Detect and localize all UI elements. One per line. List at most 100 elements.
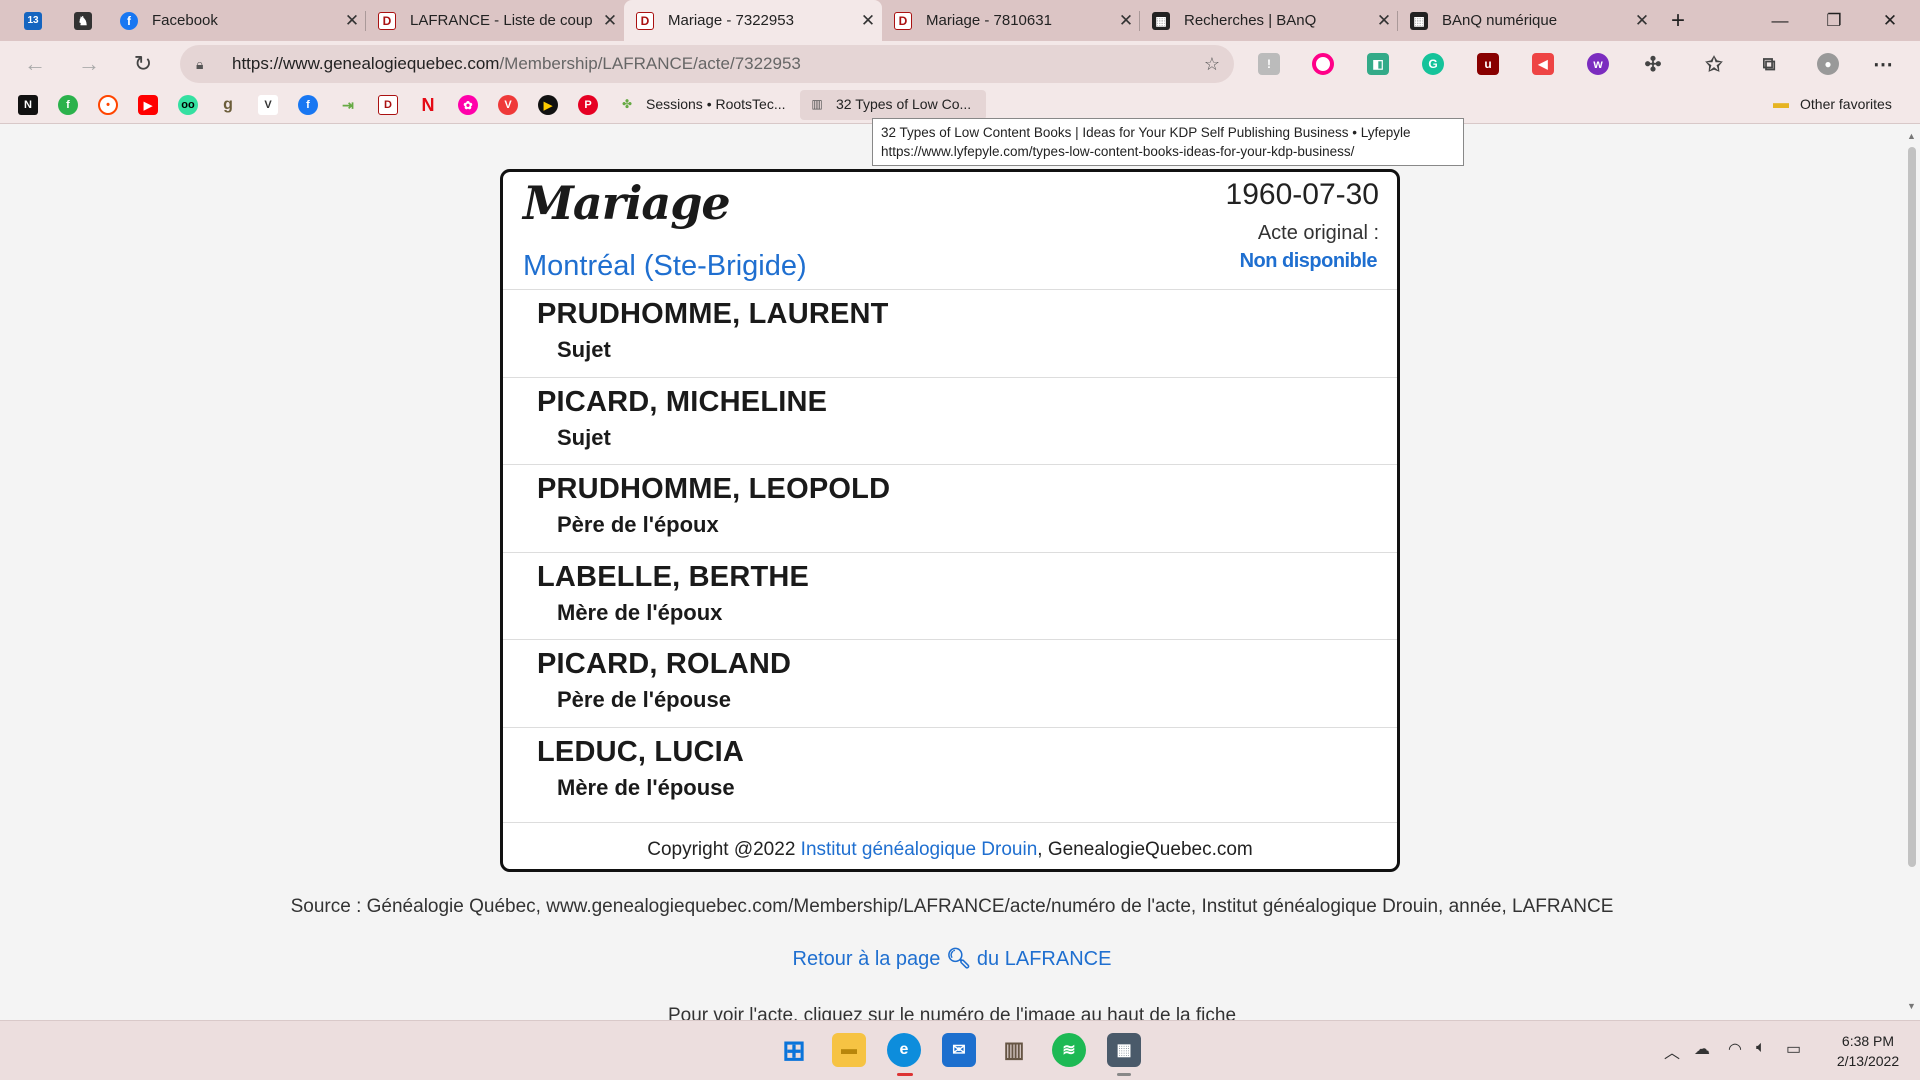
pinterest-icon[interactable]: P <box>578 95 598 115</box>
vertical-scrollbar[interactable]: ▲ ▼ <box>1904 125 1920 1020</box>
netflix-icon[interactable]: N <box>418 95 438 115</box>
close-icon[interactable]: ✕ <box>1370 11 1398 31</box>
battery-icon[interactable]: ▭ <box>1786 1039 1801 1059</box>
close-icon[interactable]: ✕ <box>1112 11 1140 31</box>
tab-recherches-banq[interactable]: ▦ Recherches | BAnQ ✕ <box>1140 0 1398 41</box>
drouin-fav-icon[interactable]: D <box>378 95 398 115</box>
source-citation: Source : Généalogie Québec, www.genealog… <box>290 896 1614 917</box>
tab-pinned-person[interactable]: ♞ <box>62 0 104 41</box>
person-row: PICARD, ROLAND Père de l'épouse <box>503 640 1397 728</box>
tab-title: Mariage - 7810631 <box>926 12 1052 29</box>
address-bar[interactable]: 🔒︎ https://www.genealogiequebec.com/Memb… <box>180 45 1234 83</box>
facebook-icon: f <box>120 11 138 30</box>
tab-title: Recherches | BAnQ <box>1184 12 1317 29</box>
favorite-label: Sessions • RootsTec... <box>646 96 786 112</box>
ublock-icon[interactable]: u <box>1477 53 1499 75</box>
return-link[interactable]: Retour à la page 🔍︎ du LAFRANCE <box>0 946 1904 971</box>
favorite-low-content[interactable]: ▥ 32 Types of Low Co... <box>808 95 971 113</box>
tab-lafrance[interactable]: D LAFRANCE - Liste de coup ✕ <box>366 0 624 41</box>
reddit-icon[interactable]: • <box>98 95 118 115</box>
windows-start-icon[interactable]: ⊞ <box>777 1033 811 1067</box>
back-arrow-icon[interactable]: ← <box>16 45 54 83</box>
calculator-icon[interactable]: ▦ <box>1107 1033 1141 1067</box>
original-value-link[interactable]: Non disponible <box>1240 250 1378 273</box>
clock-date: 2/13/2022 <box>1836 1053 1900 1069</box>
record-header: Mariage 1960-07-30 Acte original : Non d… <box>503 172 1397 290</box>
feedly-icon[interactable]: f <box>58 95 78 115</box>
tab-title: Facebook <box>152 12 218 29</box>
close-icon[interactable]: ✕ <box>338 11 366 31</box>
tree-icon: ✤ <box>621 97 633 111</box>
link-tooltip: 32 Types of Low Content Books | Ideas fo… <box>872 118 1464 166</box>
redirect-icon[interactable]: ⇥ <box>338 95 358 115</box>
close-icon[interactable]: ✕ <box>854 11 882 31</box>
grammarly-icon[interactable]: G <box>1422 53 1444 75</box>
search-icon: 🔍︎ <box>945 948 972 970</box>
vivino-icon[interactable]: V <box>258 95 278 115</box>
instruction-text: Pour voir l'acte, cliquez sur le numéro … <box>667 1005 1237 1020</box>
volume-icon[interactable]: 🔈︎ <box>1756 1039 1766 1057</box>
favorite-sessions[interactable]: ✤ Sessions • RootsTec... <box>618 95 786 113</box>
page-content: Mariage 1960-07-30 Acte original : Non d… <box>0 125 1904 1020</box>
tripadvisor-icon[interactable]: oo <box>178 95 198 115</box>
other-favorites[interactable]: ▬ Other favorites <box>1772 95 1892 113</box>
person-icon: ♞ <box>74 11 92 30</box>
profile-avatar-icon[interactable]: ● <box>1817 53 1839 75</box>
tab-facebook[interactable]: f Facebook ✕ <box>108 0 366 41</box>
close-icon[interactable]: ✕ <box>596 11 624 31</box>
banq-icon: ▦ <box>1410 11 1428 30</box>
system-clock[interactable]: 6:38 PM 2/13/2022 <box>1826 1031 1910 1071</box>
minimize-icon[interactable]: — <box>1752 0 1808 41</box>
megaphone-icon[interactable]: ◀ <box>1532 53 1554 75</box>
record-place-link[interactable]: Montréal (Ste-Brigide) <box>523 250 807 283</box>
extension-w-icon[interactable]: w <box>1587 53 1609 75</box>
spotify-icon[interactable]: ≋ <box>1052 1033 1086 1067</box>
more-menu-icon[interactable]: ⋯ <box>1872 53 1894 76</box>
extension-circle-icon[interactable] <box>1312 53 1334 75</box>
tab-pinned-calendar[interactable]: 13 <box>12 0 54 41</box>
extension-map-icon[interactable]: ◧ <box>1367 53 1389 75</box>
tab-mariage-active[interactable]: D Mariage - 7322953 ✕ <box>624 0 882 41</box>
add-favorite-icon[interactable]: ☆ <box>1204 54 1220 75</box>
person-role: Mère de l'époux <box>557 599 723 625</box>
goodreads-icon[interactable]: g <box>218 95 238 115</box>
extension-gray-icon[interactable]: ! <box>1258 53 1280 75</box>
edge-icon[interactable]: e <box>887 1033 921 1067</box>
youtube-icon[interactable]: ▶ <box>138 95 158 115</box>
file-explorer-icon[interactable]: ▬ <box>832 1033 866 1067</box>
tab-title: LAFRANCE - Liste de coup <box>410 12 593 29</box>
url-text[interactable]: https://www.genealogiequebec.com/Members… <box>232 54 801 74</box>
vivaldi-icon[interactable]: V <box>498 95 518 115</box>
facebook-fav-icon[interactable]: f <box>298 95 318 115</box>
scroll-thumb[interactable] <box>1908 147 1916 867</box>
extensions-puzzle-icon[interactable]: ✣ <box>1642 53 1664 76</box>
restore-icon[interactable]: ❐ <box>1806 0 1862 41</box>
books-icon[interactable]: ▥ <box>997 1033 1031 1067</box>
notion-icon[interactable]: N <box>18 95 38 115</box>
new-tab-button[interactable]: + <box>1650 0 1706 41</box>
scroll-down-icon[interactable]: ▼ <box>1907 1001 1916 1011</box>
person-row: LEDUC, LUCIA Mère de l'épouse <box>503 728 1397 823</box>
tab-mariage-2[interactable]: D Mariage - 7810631 ✕ <box>882 0 1140 41</box>
mail-icon[interactable]: ✉ <box>942 1033 976 1067</box>
scroll-up-icon[interactable]: ▲ <box>1907 131 1916 141</box>
tab-title: Mariage - 7322953 <box>668 12 794 29</box>
refresh-icon[interactable]: ↻ <box>124 45 162 83</box>
person-name: PRUDHOMME, LAURENT <box>537 298 889 330</box>
person-role: Sujet <box>557 337 611 362</box>
forward-arrow-icon[interactable]: → <box>70 45 108 83</box>
cloud-icon[interactable]: ☁ <box>1694 1039 1710 1059</box>
tab-strip: 13 ♞ f Facebook ✕ D LAFRANCE - Liste de … <box>0 0 1920 41</box>
tab-banq-numerique[interactable]: ▦ BAnQ numérique ✕ <box>1398 0 1656 41</box>
favorites-star-icon[interactable]: ✩ <box>1703 53 1725 76</box>
flickr-icon[interactable]: ✿ <box>458 95 478 115</box>
person-name: LEDUC, LUCIA <box>537 735 745 768</box>
tooltip-url: https://www.lyfepyle.com/types-low-conte… <box>881 144 1355 159</box>
drouin-link[interactable]: Institut généalogique Drouin <box>801 839 1038 860</box>
collections-icon[interactable]: ⧉ <box>1758 53 1780 75</box>
play-icon[interactable]: ▶ <box>538 95 558 115</box>
wifi-icon[interactable]: ◠ <box>1728 1039 1742 1059</box>
chevron-up-icon[interactable]: ︿ <box>1664 1039 1680 1063</box>
person-row: PRUDHOMME, LEOPOLD Père de l'époux <box>503 465 1397 553</box>
window-close-icon[interactable]: ✕ <box>1862 0 1918 41</box>
